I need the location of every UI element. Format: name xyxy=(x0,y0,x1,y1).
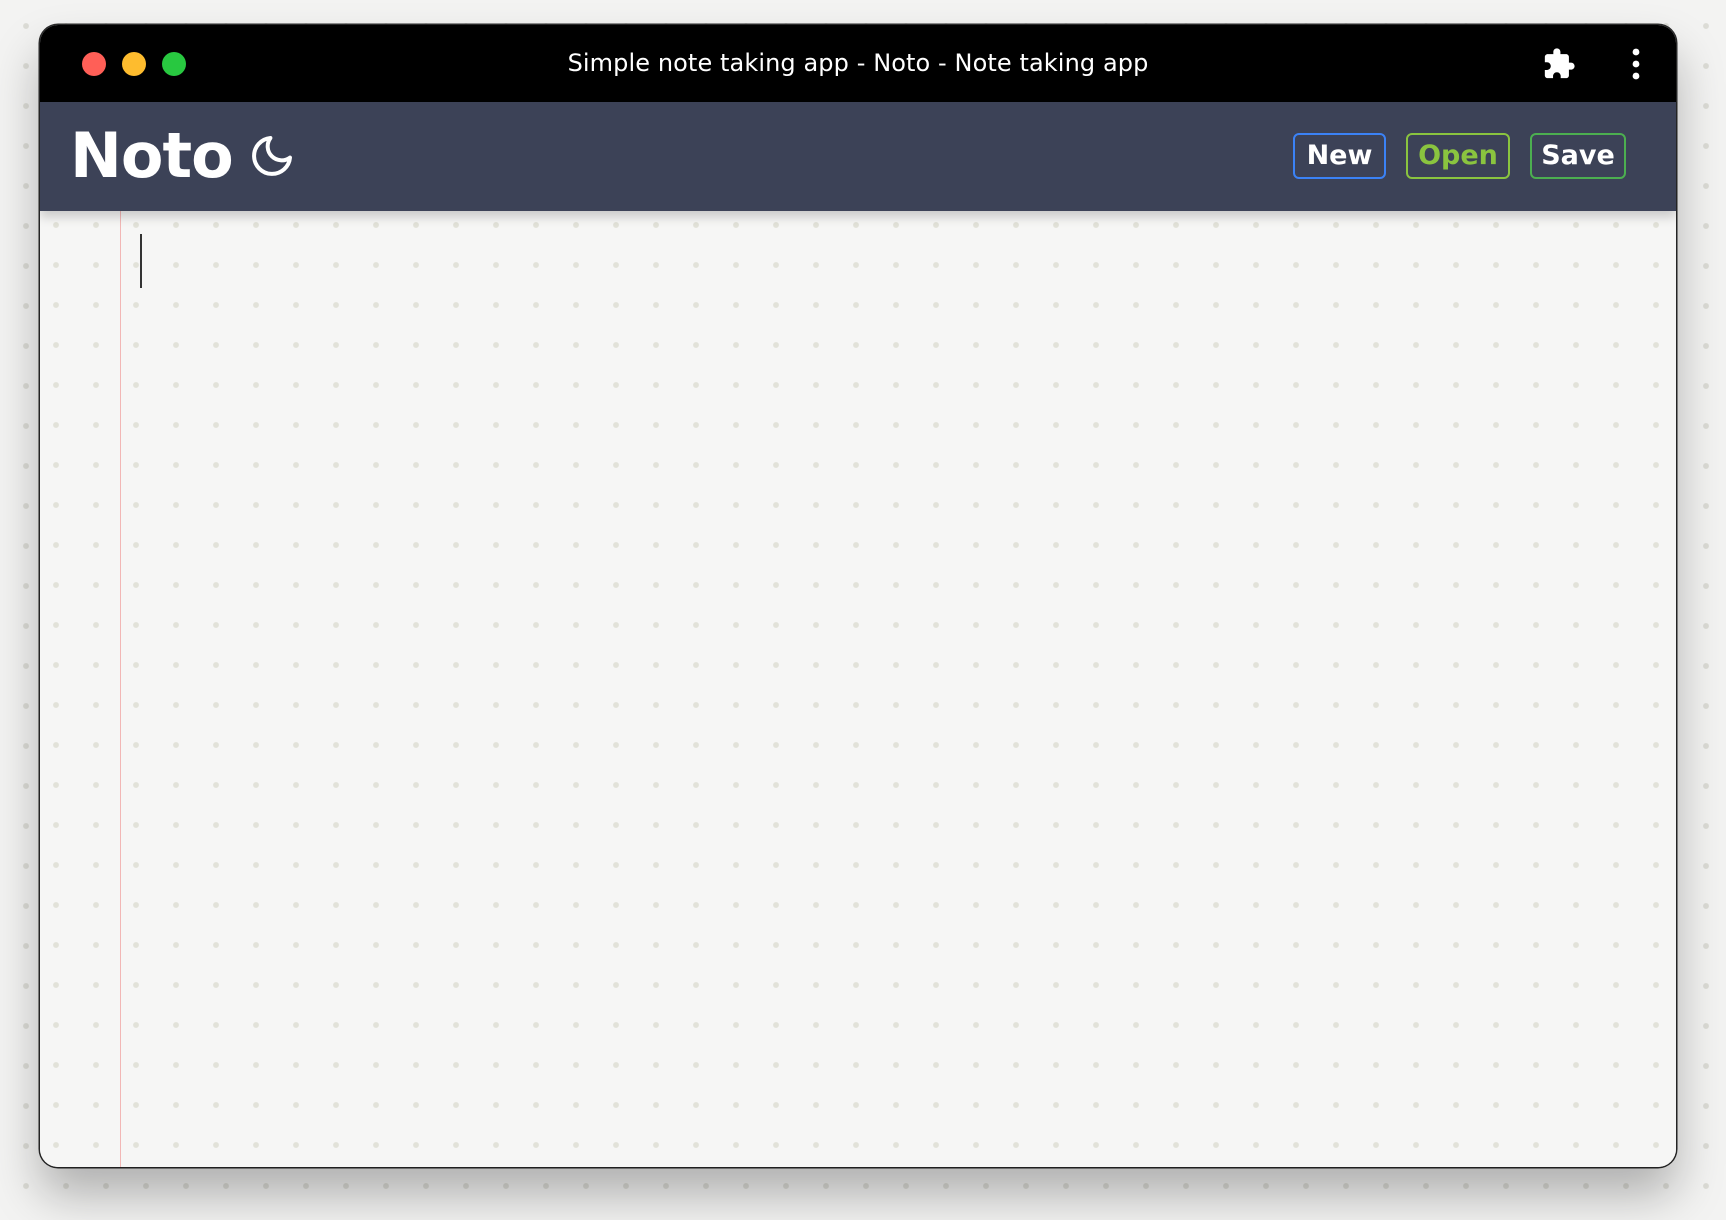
app-window: Simple note taking app - Noto - Note tak… xyxy=(40,25,1676,1167)
crescent-moon-icon[interactable] xyxy=(248,132,296,180)
margin-line xyxy=(120,211,121,1167)
save-note-button[interactable]: Save xyxy=(1530,133,1626,179)
app-logo: Noto xyxy=(70,119,234,192)
puzzle-piece-icon[interactable] xyxy=(1542,47,1576,81)
note-content[interactable] xyxy=(144,231,1656,1147)
note-editor[interactable] xyxy=(40,211,1676,1167)
text-cursor xyxy=(140,234,142,288)
new-note-button[interactable]: New xyxy=(1293,133,1386,179)
window-title: Simple note taking app - Noto - Note tak… xyxy=(567,49,1149,77)
open-note-button[interactable]: Open xyxy=(1406,133,1510,179)
app-header: Noto New Open Save xyxy=(40,102,1676,211)
window-titlebar: Simple note taking app - Noto - Note tak… xyxy=(40,25,1676,102)
vertical-ellipsis-icon[interactable] xyxy=(1629,47,1643,81)
